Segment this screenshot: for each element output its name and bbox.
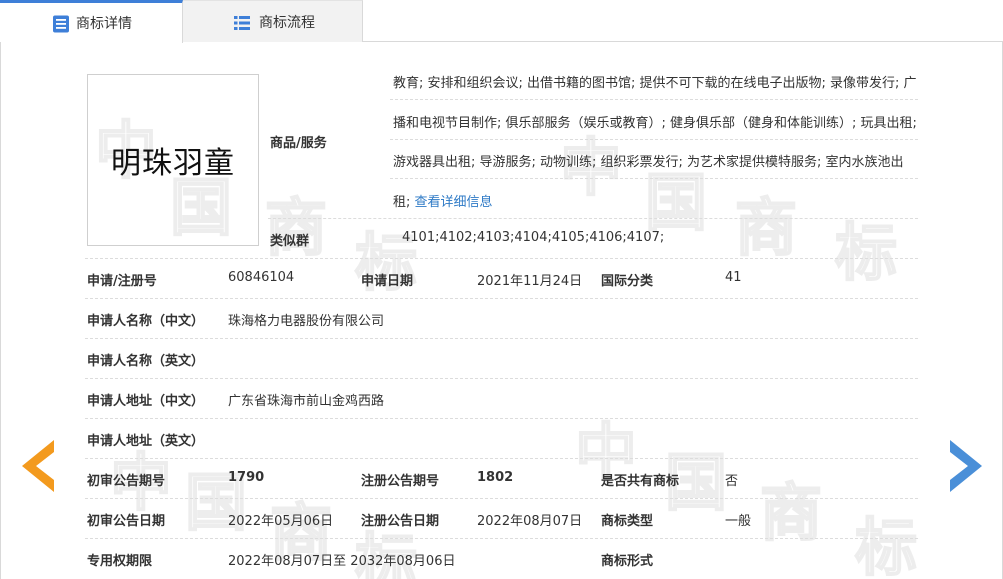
goods-services-value: 教育; 安排和组织会议; 出借书籍的图书馆; 提供不可下载的在线电子出版物; 录…: [393, 64, 918, 222]
tab-label: 商标流程: [259, 14, 315, 31]
reg-pub-no-value: 1802: [477, 470, 514, 485]
divider: [85, 378, 918, 379]
divider: [390, 99, 918, 100]
view-details-link[interactable]: 查看详细信息: [415, 195, 493, 210]
prelim-no-label: 初审公告期号: [87, 474, 166, 489]
list-icon: [234, 16, 250, 30]
document-list-icon: [53, 15, 69, 33]
divider: [268, 218, 918, 219]
divider: [85, 258, 918, 259]
similar-group-value: 4101;4102;4103;4104;4105;4106;4107;: [402, 230, 665, 245]
divider: [85, 458, 918, 459]
applicant-en-label: 申请人名称（英文）: [87, 354, 205, 369]
shared-label: 是否共有商标: [601, 474, 680, 489]
divider: [85, 418, 918, 419]
address-cn-value: 广东省珠海市前山金鸡西路: [228, 394, 385, 409]
reg-pub-date-value: 2022年08月07日: [477, 514, 583, 529]
apply-date-label: 申请日期: [361, 274, 414, 289]
prelim-date-label: 初审公告日期: [87, 514, 166, 529]
tab-trademark-process[interactable]: 商标流程: [183, 0, 363, 42]
reg-no-label: 申请/注册号: [87, 274, 157, 289]
prelim-no-value: 1790: [228, 470, 265, 485]
prelim-date-value: 2022年05月06日: [228, 514, 334, 529]
reg-no-value: 60846104: [228, 270, 295, 285]
tab-bar: 商标详情 商标流程: [0, 0, 1003, 43]
term-label: 专用权期限: [87, 554, 153, 569]
divider: [85, 538, 918, 539]
intl-class-label: 国际分类: [601, 274, 654, 289]
divider: [390, 139, 918, 140]
divider: [85, 498, 918, 499]
reg-pub-date-label: 注册公告日期: [361, 514, 440, 529]
reg-pub-no-label: 注册公告期号: [361, 474, 440, 489]
trademark-image-text: 明珠羽童: [111, 146, 235, 181]
divider: [85, 338, 918, 339]
type-label: 商标类型: [601, 514, 654, 529]
goods-services-text: 教育; 安排和组织会议; 出借书籍的图书馆; 提供不可下载的在线电子出版物; 录…: [393, 76, 917, 210]
form-label: 商标形式: [601, 554, 654, 569]
applicant-cn-label: 申请人名称（中文）: [87, 314, 205, 329]
term-value: 2022年08月07日至 2032年08月06日: [228, 554, 456, 569]
similar-group-label: 类似群: [270, 234, 310, 249]
address-cn-label: 申请人地址（中文）: [87, 394, 205, 409]
address-en-label: 申请人地址（英文）: [87, 434, 205, 449]
tab-label: 商标详情: [76, 16, 132, 32]
intl-class-value: 41: [725, 270, 742, 285]
divider: [85, 298, 918, 299]
divider: [390, 178, 918, 179]
next-arrow-icon[interactable]: [948, 440, 982, 492]
applicant-cn-value: 珠海格力电器股份有限公司: [228, 314, 385, 329]
tab-trademark-details[interactable]: 商标详情: [0, 0, 183, 43]
previous-arrow-icon[interactable]: [22, 440, 56, 492]
type-value: 一般: [725, 514, 752, 529]
apply-date-value: 2021年11月24日: [477, 274, 583, 289]
goods-services-label: 商品/服务: [270, 136, 327, 151]
trademark-image: 明珠羽童: [87, 74, 259, 246]
shared-value: 否: [725, 474, 739, 489]
